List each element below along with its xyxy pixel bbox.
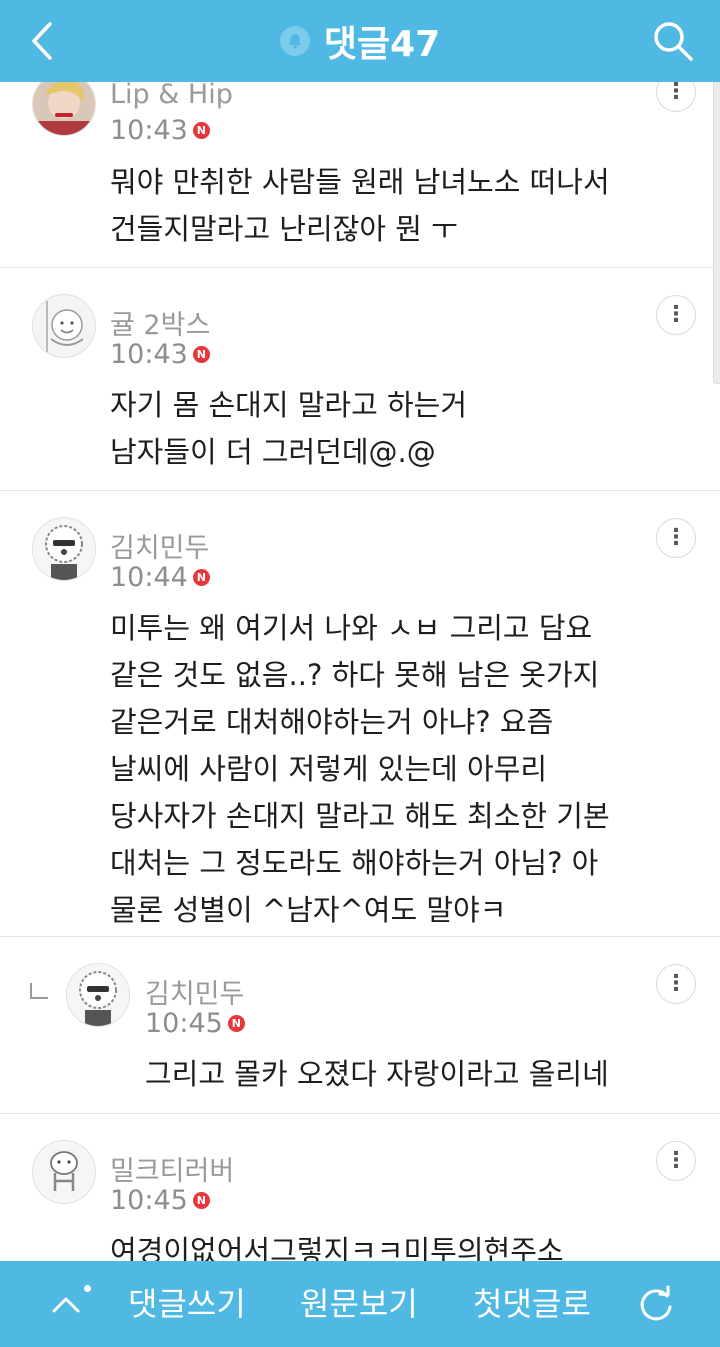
more-vertical-icon: ⋮ [665,1148,687,1173]
time-text: 10:45 [110,1185,188,1216]
comment-author[interactable]: 김치민두 [145,972,244,1011]
notification-dot [84,1285,91,1292]
avatar[interactable] [66,963,130,1027]
chevron-up-icon[interactable] [46,1287,86,1321]
header-title-group: 댓글47 [0,0,720,82]
write-comment-button[interactable]: 댓글쓰기 [128,1261,246,1347]
comment-body: 자기 몸 손대지 말라고 하는거 남자들이 더 그러던데@.@ [110,382,467,476]
comment-item: Lip & Hip 10:43 N 뭐야 만취한 사람들 원래 남녀노소 떠나서… [0,72,720,268]
comment-line: 뭐야 만취한 사람들 원래 남녀노소 떠나서 [110,165,610,199]
chevron-left-icon[interactable] [22,18,66,64]
comment-item: 귤 2박스 10:43 N 자기 몸 손대지 말라고 하는거 남자들이 더 그러… [0,268,720,491]
comment-line: 미투는 왜 여기서 나와 ㅅㅂ 그리고 담요 [110,611,593,645]
bottom-bar: 댓글쓰기 원문보기 첫댓글로 [0,1261,720,1347]
comment-list: Lip & Hip 10:43 N 뭐야 만취한 사람들 원래 남녀노소 떠나서… [0,72,720,1314]
comment-time: 10:43 N [110,339,210,370]
view-original-button[interactable]: 원문보기 [300,1261,418,1347]
comment-line: 대처는 그 정도라도 해야하는거 아님? 아 [110,846,599,880]
more-vertical-icon: ⋮ [665,525,687,550]
time-text: 10:44 [110,562,188,593]
comment-time: 10:43 N [110,115,210,146]
comment-line: 남자들이 더 그러던데@.@ [110,435,436,469]
new-badge: N [192,122,210,139]
reply-indicator-icon [30,983,48,999]
comment-line: 당사자가 손대지 말라고 해도 최소한 기본 [110,799,610,833]
reply-item: 김치민두 10:45 N 그리고 몰카 오졌다 자랑이라고 올리네 ⋮ [0,937,720,1114]
time-text: 10:43 [110,339,188,370]
avatar[interactable] [32,294,96,358]
comment-body: 뭐야 만취한 사람들 원래 남녀노소 떠나서 건들지말라고 난리잖아 뭔 ㅜ [110,159,610,253]
more-vertical-icon: ⋮ [665,971,687,996]
top-bar: 댓글47 [0,0,720,82]
refresh-icon[interactable] [636,1283,676,1325]
search-icon[interactable] [650,18,696,64]
new-badge: N [192,346,210,363]
more-options-button[interactable]: ⋮ [656,964,696,1004]
comment-line: 같은 것도 없음..? 하다 못해 남은 옷가지 [110,658,600,692]
comment-line: 그리고 몰카 오졌다 자랑이라고 올리네 [145,1057,609,1091]
bell-icon [279,26,310,56]
page-title: 댓글47 [323,24,441,65]
new-badge: N [192,569,210,586]
avatar[interactable] [32,517,96,581]
comment-author[interactable]: 귤 2박스 [110,303,210,342]
scrollbar[interactable] [713,72,720,384]
time-text: 10:43 [110,115,188,146]
time-text: 10:45 [145,1008,223,1039]
comment-author[interactable]: Lip & Hip [110,79,233,110]
comment-time: 10:44 N [110,562,210,593]
comment-item: 김치민두 10:44 N 미투는 왜 여기서 나와 ㅅㅂ 그리고 담요 같은 것… [0,491,720,937]
comment-body: 미투는 왜 여기서 나와 ㅅㅂ 그리고 담요 같은 것도 없음..? 하다 못해… [110,605,610,934]
comment-line: 물론 성별이 ^남자^여도 말야ㅋ [110,893,507,927]
comment-line: 건들지말라고 난리잖아 뭔 ㅜ [110,212,458,246]
comment-author[interactable]: 김치민두 [110,526,209,565]
more-vertical-icon: ⋮ [665,79,687,104]
first-comment-button[interactable]: 첫댓글로 [473,1261,591,1347]
avatar[interactable] [32,1140,96,1204]
new-badge: N [192,1192,210,1209]
comment-line: 날씨에 사람이 저렇게 있는데 아무리 [110,752,548,786]
comment-author[interactable]: 밀크티러버 [110,1149,234,1188]
comment-time: 10:45 N [110,1185,210,1216]
new-badge: N [227,1015,245,1032]
comment-line: 자기 몸 손대지 말라고 하는거 [110,388,468,422]
more-options-button[interactable]: ⋮ [656,1141,696,1181]
more-options-button[interactable]: ⋮ [656,295,696,335]
comment-line: 같은거로 대처해야하는거 아냐? 요즘 [110,705,554,739]
more-vertical-icon: ⋮ [665,302,687,327]
comment-body: 그리고 몰카 오졌다 자랑이라고 올리네 [145,1051,609,1098]
comment-time: 10:45 N [145,1008,245,1039]
more-options-button[interactable]: ⋮ [656,518,696,558]
